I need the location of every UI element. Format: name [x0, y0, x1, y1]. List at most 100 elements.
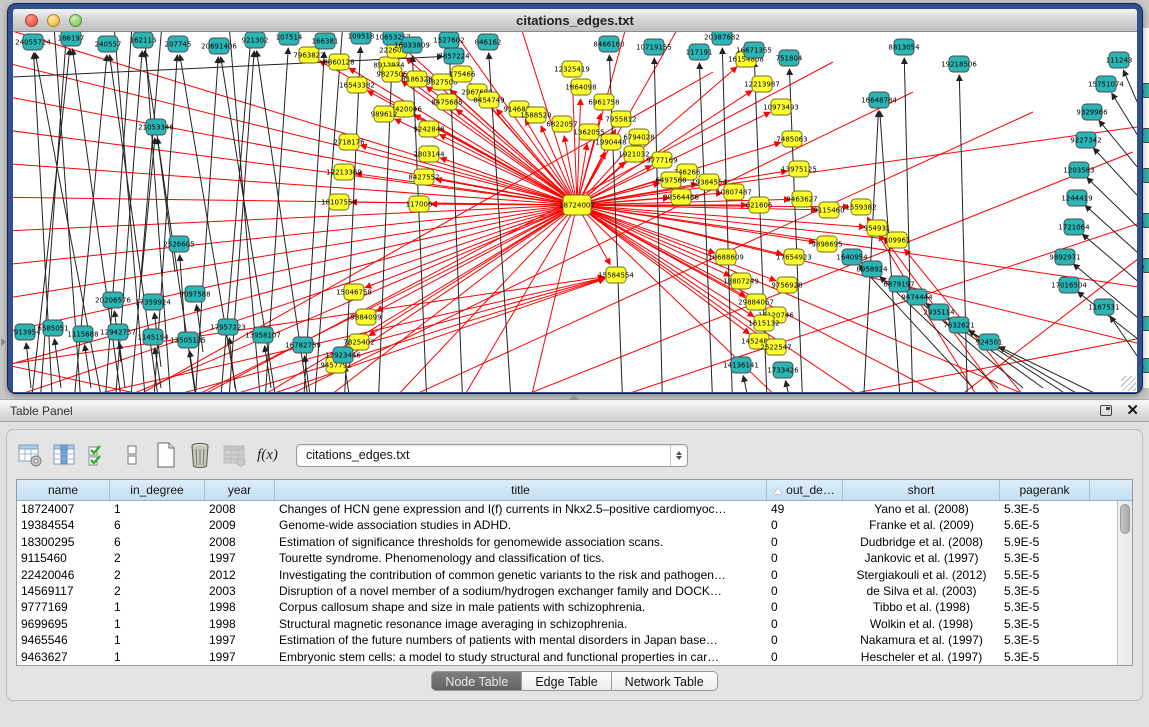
- header-filler: [1090, 480, 1117, 500]
- graph-node-label: 7955812: [605, 115, 636, 123]
- column-header-year[interactable]: year: [205, 480, 275, 500]
- table-row[interactable]: 977716911998Corpus callosum shape and si…: [17, 599, 1117, 615]
- cell-year: 2008: [205, 501, 275, 517]
- cell-short: Franke et al. (2009): [843, 517, 1000, 533]
- vertical-scrollbar[interactable]: [1117, 501, 1132, 665]
- graph-node-label: 109961: [884, 236, 911, 244]
- table-row[interactable]: 946554611997Estimation of the future num…: [17, 632, 1117, 648]
- graph-node-label: 17359924: [135, 298, 171, 306]
- column-header-pagerank[interactable]: pagerank: [1000, 480, 1090, 500]
- cell-name: 9777169: [17, 599, 110, 615]
- cell-short: Stergiakouli et al. (2012): [843, 567, 1000, 583]
- cell-name: 9465546: [17, 632, 110, 648]
- network-canvas[interactable]: 7963822886012889129342226053898275051654…: [13, 32, 1137, 392]
- tab-node-table[interactable]: Node Table: [431, 671, 522, 691]
- graph-node-label: 29884067: [738, 298, 774, 306]
- graph-node-label: 166381: [312, 37, 339, 45]
- graph-node-label: 15046758: [336, 288, 372, 296]
- cell-out_de: 0: [767, 567, 843, 583]
- select-columns-button[interactable]: [50, 442, 77, 469]
- cell-out_de: 0: [767, 583, 843, 599]
- graph-node-label: 21053346: [138, 123, 174, 131]
- select-all-button[interactable]: [84, 442, 111, 469]
- graph-node-label: 186197: [58, 34, 85, 42]
- graph-node-label: 9463627: [786, 195, 817, 203]
- graph-node-label: 1615132: [748, 319, 779, 327]
- graph-node-label: 9777169: [646, 156, 677, 164]
- table-settings-button[interactable]: [16, 442, 43, 469]
- column-header-in_degree[interactable]: in_degree: [110, 480, 205, 500]
- table-row[interactable]: 969969511998Structural magnetic resonanc…: [17, 616, 1117, 632]
- sort-ascending-icon: [774, 488, 782, 494]
- cell-year: 1997: [205, 649, 275, 665]
- column-header-out_de[interactable]: out_de…: [767, 480, 843, 500]
- table-row[interactable]: 1456911722003Disruption of a novel membe…: [17, 583, 1117, 599]
- cell-short: de Silva et al. (2003): [843, 583, 1000, 599]
- splitter-caret-icon[interactable]: [569, 395, 579, 400]
- cell-in_degree: 6: [110, 517, 205, 533]
- new-table-button[interactable]: [152, 442, 179, 469]
- graph-node-label: 7857224: [438, 52, 470, 60]
- unselect-all-button[interactable]: [118, 442, 145, 469]
- graph-node-label: 10688609: [708, 253, 744, 261]
- close-panel-icon[interactable]: ✕: [1126, 403, 1139, 418]
- table-row[interactable]: 1872400712008Changes of HCN gene express…: [17, 501, 1117, 517]
- cell-out_de: 49: [767, 501, 843, 517]
- network-view-window[interactable]: citations_edges.txt 79638228860128891293…: [8, 4, 1142, 393]
- table-rows: 1872400712008Changes of HCN gene express…: [17, 501, 1117, 665]
- table-row[interactable]: 946362711997Embryonic stem cells: a mode…: [17, 649, 1117, 665]
- table-gear-icon: [17, 442, 43, 468]
- cell-in_degree: 2: [110, 567, 205, 583]
- cell-out_de: 0: [767, 599, 843, 615]
- graph-node-label: 1588520: [520, 111, 551, 119]
- table-row[interactable]: 1938455462009Genome-wide association stu…: [17, 517, 1117, 533]
- zoom-window-icon[interactable]: [69, 14, 82, 27]
- cell-year: 1998: [205, 616, 275, 632]
- graph-node-label: 1145194: [137, 333, 169, 341]
- table-row[interactable]: 911546021997Tourette syndrome. Phenomeno…: [17, 550, 1117, 566]
- graph-node-label: 6585051: [37, 324, 68, 332]
- resize-grip[interactable]: [1121, 376, 1136, 391]
- graph-node-label: 13505135: [170, 336, 206, 344]
- graph-node-label: 2718176: [333, 138, 365, 146]
- cell-in_degree: 1: [110, 599, 205, 615]
- cell-in_degree: 1: [110, 649, 205, 665]
- table-type-tabs: Node TableEdge TableNetwork Table: [7, 671, 1142, 691]
- graph-node-label: 13958107: [245, 331, 281, 339]
- cell-title: Changes of HCN gene expression and I(f) …: [275, 501, 767, 517]
- function-builder-button[interactable]: f(x): [254, 442, 281, 469]
- graph-node-label: 7632621: [943, 321, 974, 329]
- graph-node-label: 10719155: [636, 43, 672, 51]
- column-header-title[interactable]: title: [275, 480, 767, 500]
- minimize-window-icon[interactable]: [47, 14, 60, 27]
- close-window-icon[interactable]: [25, 14, 38, 27]
- graph-node-label: 19384554: [691, 178, 727, 186]
- cell-title: Investigating the contribution of common…: [275, 567, 767, 583]
- table-panel: Table Panel ✕: [0, 399, 1149, 727]
- graph-node-label: 9097588: [179, 290, 210, 298]
- cell-name: 22420046: [17, 567, 110, 583]
- tab-edge-table[interactable]: Edge Table: [522, 671, 611, 691]
- graph-node-label: 12942757: [100, 328, 136, 336]
- table-row[interactable]: 2242004622012Investigating the contribut…: [17, 567, 1117, 583]
- scrollbar-thumb[interactable]: [1120, 504, 1130, 534]
- cell-year: 1998: [205, 599, 275, 615]
- window-titlebar[interactable]: citations_edges.txt: [13, 9, 1137, 32]
- graph-node-label: 6822057: [546, 120, 577, 128]
- graph-node-label: 20564486: [663, 193, 699, 201]
- graph-node-label: 8454749: [473, 96, 504, 104]
- cell-name: 18300295: [17, 534, 110, 550]
- float-panel-icon[interactable]: [1100, 405, 1112, 416]
- tab-network-table[interactable]: Network Table: [612, 671, 718, 691]
- table-panel-header: Table Panel ✕: [0, 399, 1149, 422]
- column-header-name[interactable]: name: [17, 480, 110, 500]
- graph-node-label: 9756928: [771, 281, 802, 289]
- graph-node-label: 924501: [976, 338, 1003, 346]
- table-select-dropdown[interactable]: citations_edges.txt: [296, 444, 688, 467]
- cell-short: Dudbridge et al. (2008): [843, 534, 1000, 550]
- cell-title: Genome-wide association studies in ADHD.: [275, 517, 767, 533]
- column-header-short[interactable]: short: [843, 480, 1000, 500]
- table-row[interactable]: 1830029562008Estimation of significance …: [17, 534, 1117, 550]
- delete-table-button[interactable]: [186, 442, 213, 469]
- graph-node-label: 989612: [371, 110, 398, 118]
